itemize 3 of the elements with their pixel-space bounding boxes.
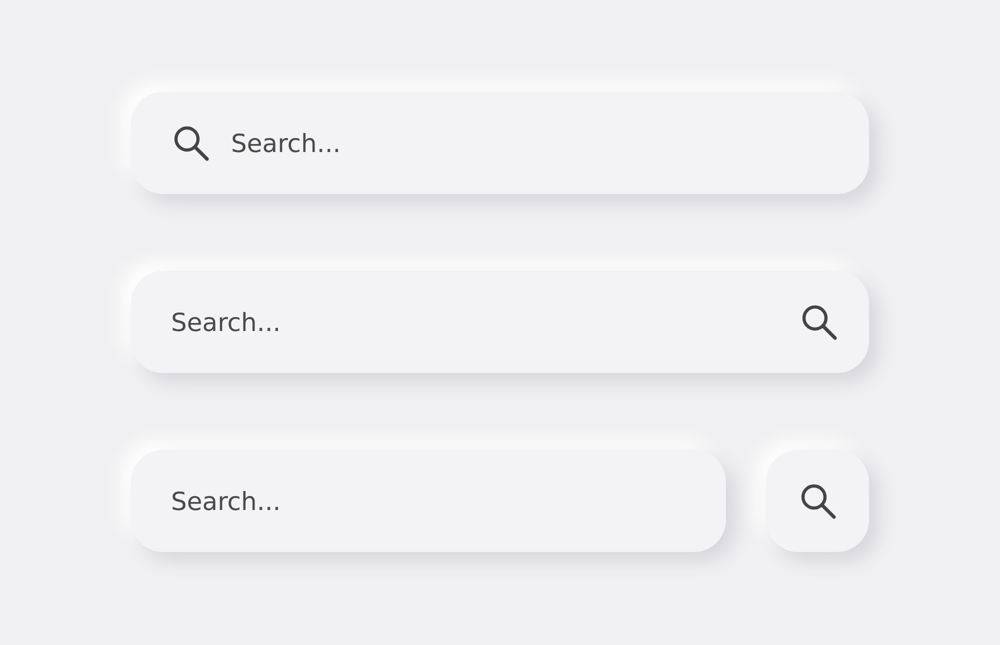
search-field[interactable]: Search... xyxy=(131,271,869,373)
search-field[interactable]: Search... xyxy=(131,92,869,194)
search-field[interactable]: Search... xyxy=(131,450,726,552)
